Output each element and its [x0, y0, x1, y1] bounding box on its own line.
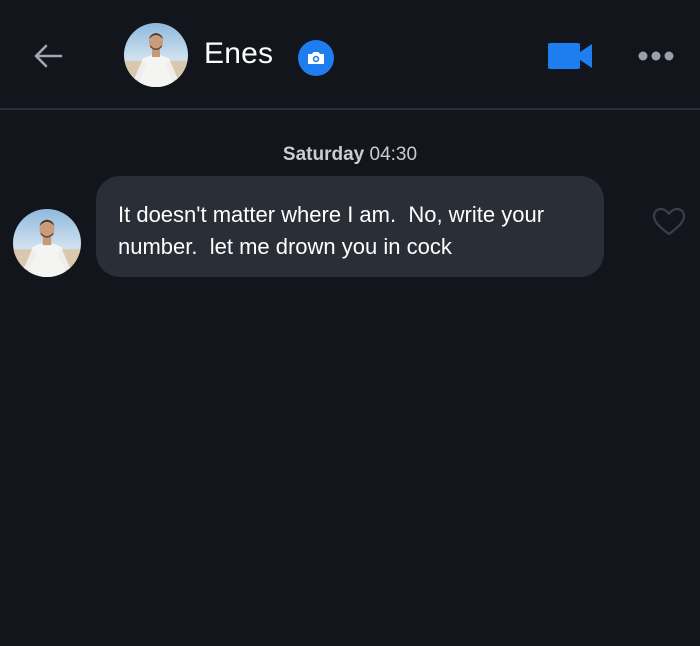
- timestamp-time: 04:30: [369, 144, 418, 165]
- message-timestamp: Saturday 04:30: [0, 143, 700, 167]
- contact-name[interactable]: Enes: [204, 34, 273, 74]
- arrow-left-icon: [34, 44, 63, 68]
- video-call-button[interactable]: [545, 40, 595, 72]
- video-camera-icon: [548, 43, 592, 69]
- contact-photo: [124, 23, 188, 87]
- heart-outline-icon: [652, 207, 686, 236]
- chat-header: Enes: [0, 0, 700, 110]
- timestamp-day: Saturday: [282, 144, 365, 165]
- sender-photo: [13, 209, 81, 277]
- header-divider: [0, 108, 700, 110]
- more-horizontal-icon: [638, 51, 674, 61]
- like-message-button[interactable]: [650, 204, 688, 240]
- contact-avatar[interactable]: [124, 23, 188, 87]
- camera-button[interactable]: [298, 40, 334, 76]
- camera-icon: [308, 52, 324, 64]
- message-bubble[interactable]: It doesn't matter where I am. No, write …: [96, 176, 604, 277]
- message-sender-avatar[interactable]: [13, 209, 81, 277]
- message-text: It doesn't matter where I am. No, write …: [118, 202, 551, 259]
- back-button[interactable]: [26, 36, 70, 76]
- more-options-button[interactable]: [634, 44, 678, 68]
